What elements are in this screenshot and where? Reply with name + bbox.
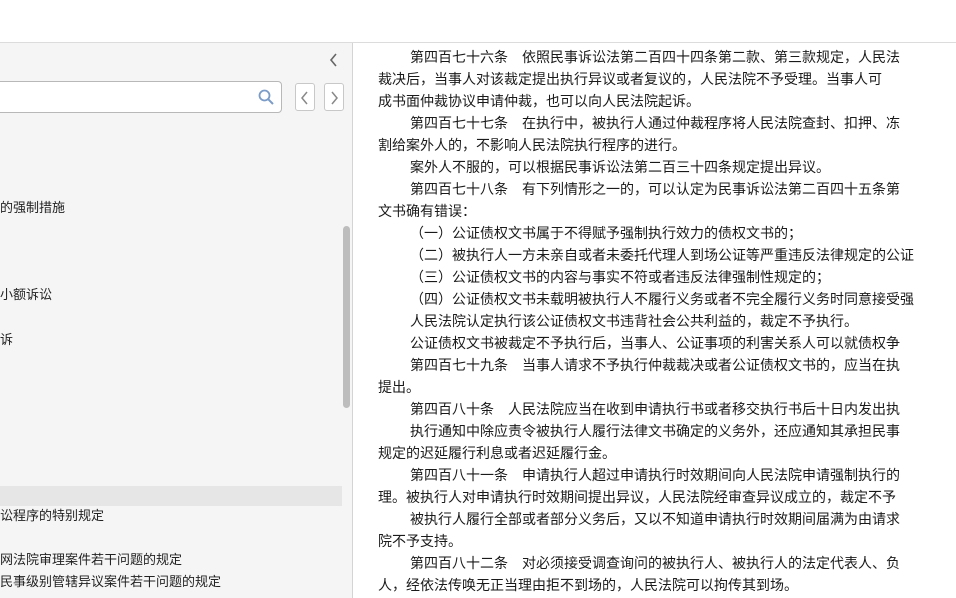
search-icon[interactable] bbox=[257, 88, 275, 106]
doc-line: 人，经依法传唤无正当理由拒不到场的，人民法院可以拘传其到场。 bbox=[378, 578, 798, 594]
collapse-sidebar-button[interactable] bbox=[324, 49, 344, 71]
toc-item[interactable]: 诉 bbox=[0, 330, 13, 352]
toc-item[interactable]: 小额诉讼 bbox=[0, 285, 52, 307]
chevron-left-icon bbox=[329, 53, 337, 67]
doc-line: （四）公证债权文书未载明被执行人不履行义务或者不完全履行义务时同意接受强 bbox=[410, 292, 914, 308]
doc-line: 第四百八十条 人民法院应当在收到申请执行书或者移交执行书后十日内发出执 bbox=[410, 402, 900, 418]
previous-result-button[interactable] bbox=[295, 83, 315, 111]
doc-line: 案外人不服的，可以根据民事诉讼法第二百三十四条规定提出异议。 bbox=[410, 160, 830, 176]
doc-line: 第四百七十九条 当事人请求不予执行仲裁裁决或者公证债权文书的，应当在执 bbox=[410, 358, 900, 374]
doc-line: 被执行人履行全部或者部分义务后，又以不知道申请执行时效期间届满为由请求 bbox=[410, 512, 900, 528]
doc-line: 第四百七十七条 在执行中，被执行人通过仲裁程序将人民法院查封、扣押、冻 bbox=[410, 116, 900, 132]
toc-item[interactable]: 的强制措施 bbox=[0, 198, 65, 220]
next-result-button[interactable] bbox=[324, 83, 344, 111]
document-content: 第四百七十六条 依照民事诉讼法第二百四十四条第二款、第三款规定，人民法 裁决后，… bbox=[353, 43, 956, 598]
doc-line: 第四百八十一条 申请执行人超过申请执行时效期间向人民法院申请强制执行的 bbox=[410, 468, 900, 484]
doc-line: 文书确有错误： bbox=[378, 204, 476, 220]
toc-selected-highlight bbox=[0, 486, 342, 506]
doc-line: 公证债权文书被裁定不予执行后，当事人、公证事项的利害关系人可以就债权争 bbox=[410, 336, 900, 352]
doc-line: （一）公证债权文书属于不得赋予强制执行效力的债权文书的； bbox=[410, 226, 802, 242]
doc-line: 割给案外人的，不影响人民法院执行程序的进行。 bbox=[378, 138, 686, 154]
chevron-right-icon bbox=[331, 91, 338, 105]
sidebar-scrollbar-thumb[interactable] bbox=[343, 226, 350, 408]
chevron-left-icon bbox=[301, 91, 308, 105]
doc-line: 第四百七十八条 有下列情形之一的，可以认定为民事诉讼法第二百四十五条第 bbox=[410, 182, 900, 198]
search-input[interactable] bbox=[5, 86, 249, 110]
sidebar-scrollbar[interactable] bbox=[342, 115, 351, 598]
doc-line: 第四百七十六条 依照民事诉讼法第二百四十四条第二款、第三款规定，人民法 bbox=[410, 50, 900, 66]
doc-line: （三）公证债权文书的内容与事实不符或者违反法律强制性规定的； bbox=[410, 270, 830, 286]
doc-line: 裁决后，当事人对该裁定提出执行异议或者复议的，人民法院不予受理。当事人可 bbox=[378, 72, 882, 88]
doc-line: 理。被执行人对申请执行时效期间提出异议，人民法院经审查异议成立的，裁定不予 bbox=[378, 490, 896, 506]
doc-line: （二）被执行人一方未亲自或者未委托代理人到场公证等严重违反法律规定的公证 bbox=[410, 248, 914, 264]
doc-line: 院不予支持。 bbox=[378, 534, 462, 550]
toc-item[interactable]: 网法院审理案件若干问题的规定 bbox=[0, 550, 182, 572]
doc-line: 规定的迟延履行利息或者迟延履行金。 bbox=[378, 446, 616, 462]
doc-line: 第四百八十二条 对必须接受调查询问的被执行人、被执行人的法定代表人、负 bbox=[410, 556, 900, 572]
doc-line: 执行通知中除应责令被执行人履行法律文书确定的义务外，还应通知其承担民事 bbox=[410, 424, 900, 440]
sidebar-panel: 的强制措施 小额诉讼 诉 讼程序的特别规定 网法院审理案件若干问题的规定 民事级… bbox=[0, 43, 353, 598]
doc-line: 成书面仲裁协议申请仲裁，也可以向人民法院起诉。 bbox=[378, 94, 700, 110]
doc-line: 提出。 bbox=[378, 380, 420, 396]
toc-item[interactable]: 民事级别管辖异议案件若干问题的规定 bbox=[0, 572, 221, 594]
top-toolbar bbox=[0, 0, 956, 43]
toc-item[interactable]: 讼程序的特别规定 bbox=[0, 506, 104, 528]
doc-line: 人民法院认定执行该公证债权文书违背社会公共利益的，裁定不予执行。 bbox=[410, 314, 858, 330]
search-box bbox=[0, 81, 282, 113]
